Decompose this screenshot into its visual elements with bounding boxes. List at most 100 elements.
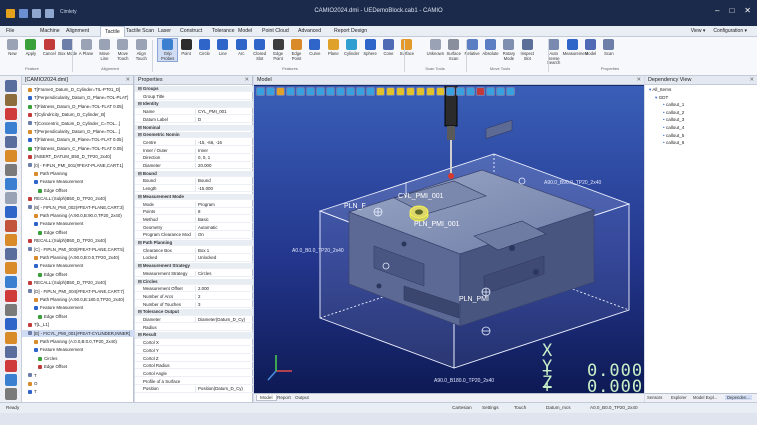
property-value[interactable]: On (195, 232, 251, 238)
property-row[interactable]: Radius (135, 325, 253, 331)
view-tool-19-icon[interactable] (446, 87, 455, 96)
menu-laser[interactable]: Laser (158, 28, 171, 34)
tree-item[interactable]: [E] - FICYL_PMI_001(#FEAT-CYLINDER,INNER… (22, 329, 134, 337)
property-value[interactable]: Position(Datum_D_Cy) (195, 386, 251, 392)
menu-file[interactable]: File (6, 28, 14, 34)
tool-22-icon[interactable] (5, 388, 17, 400)
view-tool-21-icon[interactable] (466, 87, 475, 96)
property-value[interactable]: 2.000 (195, 286, 251, 292)
tree-item[interactable]: T[L_L1] (22, 321, 134, 328)
property-value[interactable]: Inner (195, 147, 251, 153)
property-value[interactable]: -15.000 (195, 186, 251, 192)
ribbon-cone-button[interactable]: Cone (379, 39, 398, 57)
tool-21-icon[interactable] (5, 374, 17, 386)
tab-sensors[interactable]: Sensors (647, 395, 662, 400)
view-tool-18-icon[interactable] (436, 87, 445, 96)
ribbon-move-touch-button[interactable]: Move Touch (113, 39, 132, 61)
property-row[interactable]: Number of Touches 3 (135, 301, 253, 308)
tree-item[interactable]: [D] - FIPLN_PMI_004(#FEAT-PLANE,CART:7] (22, 288, 134, 295)
tree-item[interactable]: Path Planning (A:90.0,B:180.0,TP20_2x40) (22, 296, 134, 303)
tree-item[interactable]: T (22, 372, 134, 379)
view-tool-12-icon[interactable] (376, 87, 385, 96)
ribbon-grip-probes-button[interactable]: Grip Probes (157, 37, 179, 63)
tab-output[interactable]: Output (292, 395, 312, 400)
tree-item[interactable]: RECALL:(Sulph)B50_D_TP20_2x40] (22, 237, 134, 244)
property-value[interactable]: 2 (195, 293, 251, 300)
tool-3-icon[interactable] (5, 122, 17, 134)
property-value[interactable]: Program (195, 201, 251, 207)
view-tool-24-icon[interactable] (496, 87, 505, 96)
tree-item[interactable]: T[Flatness_Datum_D_Plane=TOL-FLAT 0.05] (22, 103, 134, 110)
tree-item[interactable]: [INSERT_DATUM_B50_D_TP20_2x40] (22, 153, 134, 160)
menu-construct[interactable]: Construct (180, 28, 202, 34)
property-value[interactable]: D (195, 116, 251, 123)
property-row[interactable]: Cortol Angle (135, 371, 253, 378)
property-value[interactable]: Diameter(Datum_D_Cy) (195, 317, 251, 323)
tree-item[interactable]: T[Cylindricity_Datum_D_Cylinder_B] (22, 111, 134, 118)
property-row[interactable]: Direction 0, 0, 1 (135, 155, 253, 162)
tree-item[interactable]: Path Planning (A:90.0,B:90.0,TP20_2x40) (22, 212, 134, 219)
property-value[interactable]: Box 1 (195, 247, 251, 253)
property-row[interactable]: Profile of a Surface (135, 379, 253, 385)
view-tool-13-icon[interactable] (386, 87, 395, 96)
tree-item[interactable]: T (22, 388, 134, 395)
tab-dependen[interactable]: Dependen... (725, 395, 752, 400)
tool-11-icon[interactable] (5, 234, 17, 246)
ribbon-surface-scan-button[interactable]: Surface Scan (444, 39, 463, 61)
ribbon-cancel-button[interactable]: Cancel (40, 39, 59, 57)
tree-item[interactable]: Path Planning (A:90.0,B:0.0,TP20_2x40) (22, 254, 134, 261)
property-value[interactable]: 8 (195, 209, 251, 215)
close-icon[interactable]: ✕ (125, 77, 130, 83)
ribbon-point-button[interactable]: Point (177, 39, 196, 57)
menu-point-cloud[interactable]: Point Cloud (262, 28, 289, 34)
property-row[interactable]: Inner / Outer Inner (135, 147, 253, 154)
tree-item[interactable]: Feature Measurement (22, 346, 134, 353)
minimize-icon[interactable]: – (715, 6, 719, 15)
ribbon-new-button[interactable]: New (3, 39, 22, 57)
ribbon-surface-button[interactable]: Surface (397, 39, 416, 57)
ribbon-arc-button[interactable]: Arc (232, 39, 251, 57)
dependency-item[interactable]: • callout_4 (663, 124, 684, 131)
menu-alignment[interactable]: Alignment (66, 28, 89, 34)
tool-19-icon[interactable] (5, 346, 17, 358)
tool-17-icon[interactable] (5, 318, 17, 330)
property-row[interactable]: Geometry Automatic (135, 224, 253, 231)
tree-item[interactable]: RECALL:(Sulph)B50_D_TP20_2x40] (22, 195, 134, 202)
property-row[interactable]: Centre -15, -66, -16 (135, 139, 253, 147)
tool-13-icon[interactable] (5, 262, 17, 274)
property-value[interactable]: 20.000 (195, 163, 251, 169)
view-tool-17-icon[interactable] (426, 87, 435, 96)
tool-4-icon[interactable] (5, 136, 17, 148)
ribbon-plane-button[interactable]: Plane (324, 39, 343, 57)
property-row[interactable]: Name CYL_PMI_001 (135, 109, 253, 116)
ribbon-absolute-button[interactable]: Absolute (481, 39, 500, 57)
view-tool-7-icon[interactable] (326, 87, 335, 96)
view-tool-15-icon[interactable] (406, 87, 415, 96)
property-row[interactable]: Length -15.000 (135, 186, 253, 193)
tree-item[interactable]: Circles (22, 355, 134, 362)
view-tool-4-icon[interactable] (296, 87, 305, 96)
property-row[interactable]: Measurement Strategy Circles (135, 270, 253, 278)
property-value[interactable]: Unlocked (195, 255, 251, 261)
menu-tolerance[interactable]: Tolerance (212, 28, 235, 34)
property-value[interactable]: Basic (195, 216, 251, 223)
property-row[interactable]: Method Basic (135, 216, 253, 224)
view-tool-25-icon[interactable] (506, 87, 515, 96)
view-tool-9-icon[interactable] (346, 87, 355, 96)
property-value[interactable]: 0, 0, 1 (195, 155, 251, 161)
tool-8-icon[interactable] (5, 192, 17, 204)
property-row[interactable]: Cortol Radius (135, 363, 253, 370)
ribbon-inspect-slot-button[interactable]: Inspect Slot (518, 39, 537, 61)
menu-report-design[interactable]: Report Design (334, 28, 367, 34)
tree-item[interactable]: Path Planning (22, 170, 134, 177)
ribbon-box-mode-button[interactable]: Box Mode (58, 39, 77, 57)
tool-14-icon[interactable] (5, 276, 17, 288)
property-row[interactable]: Locked Unlocked (135, 255, 253, 262)
tree-item[interactable]: RECALL:(Sulph)B50_D_TP20_2x40] (22, 279, 134, 286)
ribbon-line-button[interactable]: Line (213, 39, 232, 57)
view-tool-5-icon[interactable] (306, 87, 315, 96)
menu-machine[interactable]: Machine (40, 28, 60, 34)
property-value[interactable]: -15, -66, -16 (195, 139, 251, 146)
view-tool-2-icon[interactable] (276, 87, 285, 96)
property-row[interactable]: Number of Arcs 2 (135, 293, 253, 301)
